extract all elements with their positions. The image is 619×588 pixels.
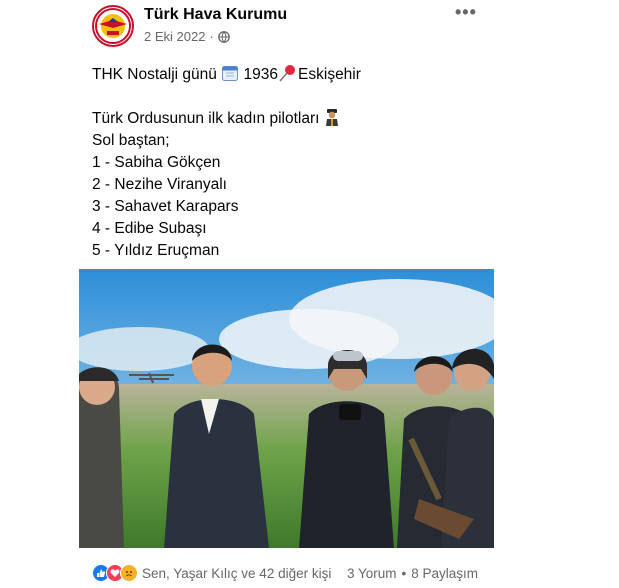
post-meta: 2 Eki 2022 · xyxy=(144,29,230,44)
female-pilots-photo xyxy=(79,269,494,548)
text-nostalji: THK Nostalji günü xyxy=(92,66,217,83)
globe-icon xyxy=(217,30,230,43)
shares-count[interactable]: 8 Paylaşım xyxy=(411,566,478,581)
pilot-name-1: 1 - Sabiha Gökçen xyxy=(92,154,221,171)
page-avatar[interactable] xyxy=(92,5,134,47)
counts-separator: • xyxy=(401,565,407,581)
more-options-button[interactable]: ••• xyxy=(455,2,477,23)
pilot-icon xyxy=(325,109,338,126)
reactors-text[interactable]: Sen, Yaşar Kılıç ve 42 diğer kişi xyxy=(142,566,331,581)
pushpin-icon xyxy=(279,65,296,82)
post-footer: Sen, Yaşar Kılıç ve 42 diğer kişi 3 Yoru… xyxy=(92,563,492,583)
pilot-name-5: 5 - Yıldız Eruçman xyxy=(92,242,220,259)
pilot-name-4: 4 - Edibe Subaşı xyxy=(92,220,207,237)
text-city: Eskişehir xyxy=(298,66,361,83)
post-text-line-3: Sol baştan; xyxy=(92,132,170,149)
post-photo[interactable] xyxy=(79,269,494,548)
post-text-line-1: THK Nostalji günü 1936 Eskişehir xyxy=(92,64,492,86)
text-year: 1936 xyxy=(243,66,279,83)
reaction-icons[interactable] xyxy=(92,564,138,582)
meta-separator: · xyxy=(209,29,214,44)
pilot-name-3: 3 - Sahavet Karapars xyxy=(92,198,239,215)
sad-reaction-icon xyxy=(120,564,138,582)
text-headline: Türk Ordusunun ilk kadın pilotları xyxy=(92,110,320,127)
comments-count[interactable]: 3 Yorum xyxy=(347,566,397,581)
page-name[interactable]: Türk Hava Kurumu xyxy=(144,6,287,24)
post-text-line-2: Türk Ordusunun ilk kadın pilotları xyxy=(92,108,492,130)
post-text: THK Nostalji günü 1936 Eskişehir Türk Or… xyxy=(92,64,492,262)
post-date[interactable]: 2 Eki 2022 xyxy=(144,29,205,44)
pilot-name-2: 2 - Nezihe Viranyalı xyxy=(92,176,227,193)
facebook-post: Türk Hava Kurumu 2 Eki 2022 · ••• THK No… xyxy=(0,0,619,588)
calendar-icon xyxy=(222,66,239,81)
thk-logo-icon xyxy=(95,8,131,44)
engagement-counts: 3 Yorum • 8 Paylaşım xyxy=(347,563,478,583)
